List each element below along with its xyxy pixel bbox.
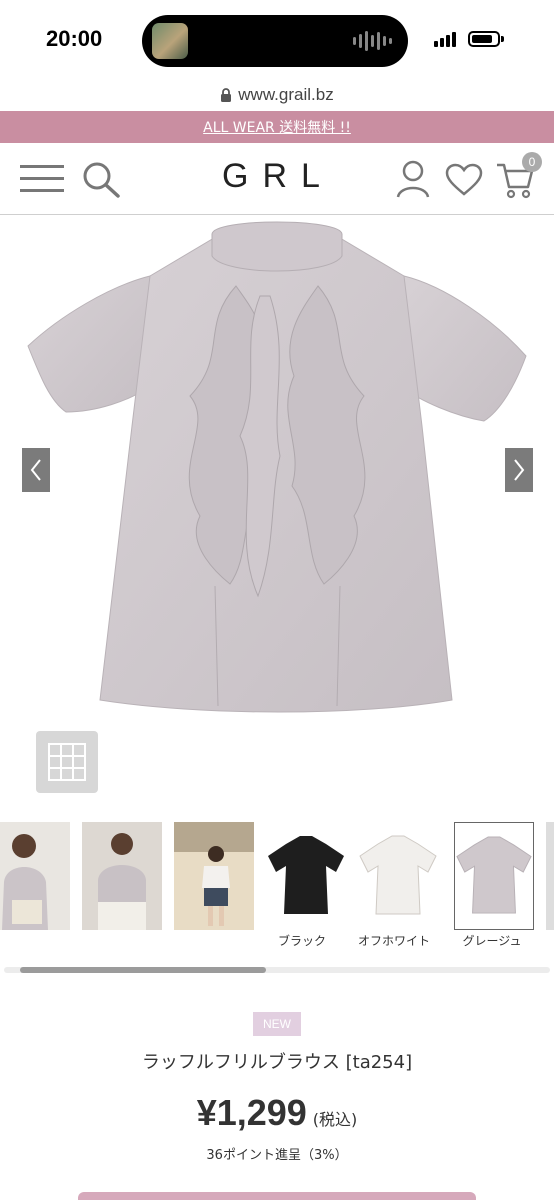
account-icon[interactable] <box>396 159 430 199</box>
blouse-illustration <box>27 221 527 713</box>
site-logo[interactable]: GRL <box>222 157 334 196</box>
chevron-left-icon <box>30 459 41 481</box>
thumbnail-black[interactable] <box>266 822 346 930</box>
color-label-greige: グレージュ <box>462 934 522 948</box>
color-label-off-white: オフホワイト <box>357 934 430 948</box>
color-label-black: ブラック <box>277 934 326 948</box>
site-header: GRL <box>0 143 554 215</box>
url-text: www.grail.bz <box>238 85 334 104</box>
thumbnail-off-white[interactable] <box>358 822 438 930</box>
chevron-right-icon <box>514 459 525 481</box>
gallery-grid-button[interactable] <box>36 731 98 793</box>
thumbnail-next-partial[interactable] <box>546 822 554 930</box>
new-badge: NEW <box>253 1012 301 1036</box>
thumbnail-model-3[interactable] <box>174 822 254 930</box>
thumbnail-model-2[interactable] <box>82 822 162 930</box>
thumbnail-strip: ブラック オフホワイト グレージュ <box>0 822 554 962</box>
points-note: 36ポイント進呈（3%） <box>206 1148 348 1163</box>
price-row: ¥1,299 (税込) <box>0 1092 554 1134</box>
cart-count-badge: 0 <box>522 152 542 172</box>
shipping-banner[interactable]: ALL WEAR 送料無料 !! <box>0 111 554 143</box>
favorite-heart-icon[interactable] <box>445 163 483 197</box>
lock-icon <box>221 87 232 102</box>
shipping-banner-link[interactable]: ALL WEAR 送料無料 !! <box>203 117 351 137</box>
search-icon[interactable] <box>82 161 122 199</box>
bottom-action-bar[interactable] <box>78 1192 476 1200</box>
product-price: ¥1,299 <box>196 1092 307 1133</box>
gallery-next-button[interactable] <box>505 448 533 492</box>
audio-wave-icon <box>353 31 392 51</box>
battery-tip <box>501 36 504 42</box>
thumbnail-scrollbar[interactable] <box>4 967 550 973</box>
battery-icon <box>468 31 500 47</box>
product-title: ラッフルフリルブラウス [ta254] <box>141 1052 413 1073</box>
thumbnail-model-1[interactable] <box>0 822 70 930</box>
status-bar: 20:00 <box>0 0 554 80</box>
thumbnail-scroll-thumb[interactable] <box>20 967 266 973</box>
menu-icon[interactable] <box>20 163 64 195</box>
tax-note: (税込) <box>312 1110 358 1129</box>
thumbnail-greige[interactable] <box>454 822 534 930</box>
gallery-prev-button[interactable] <box>22 448 50 492</box>
grid-icon <box>48 743 86 781</box>
address-bar[interactable]: www.grail.bz <box>0 80 554 110</box>
product-main-image[interactable] <box>0 216 554 716</box>
status-time: 20:00 <box>46 26 103 51</box>
dynamic-island[interactable] <box>142 15 408 67</box>
signal-icon <box>434 32 456 47</box>
now-playing-artwork <box>152 23 188 59</box>
